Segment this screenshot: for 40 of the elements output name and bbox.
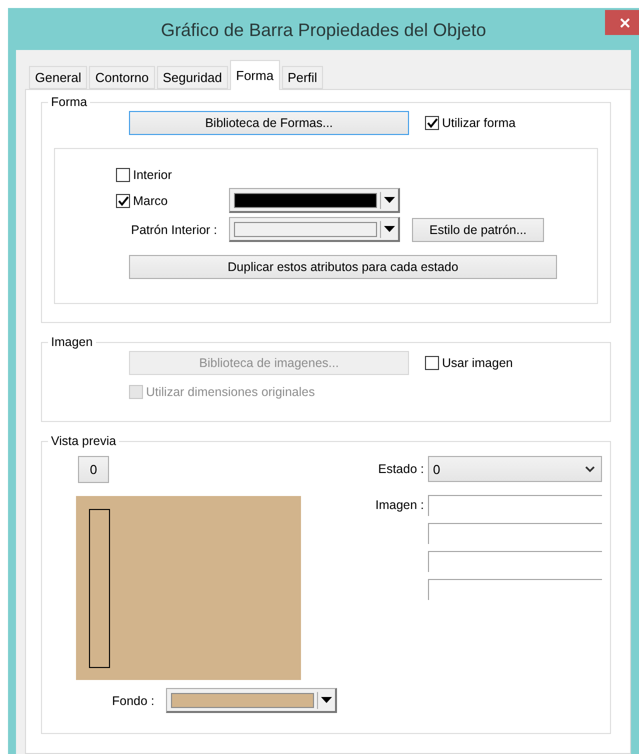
image-slot[interactable] bbox=[428, 579, 602, 600]
shape-library-button[interactable]: Biblioteca de Formas... bbox=[129, 111, 409, 135]
color-dropdown[interactable] bbox=[229, 188, 400, 213]
color-dropdown[interactable] bbox=[166, 688, 337, 713]
field-label: Estado : bbox=[377, 462, 424, 476]
field-label: Patrón Interior : bbox=[131, 222, 218, 236]
tab[interactable]: Seguridad bbox=[156, 66, 228, 89]
group-title: Forma bbox=[50, 95, 88, 109]
checkbox-label: Usar imagen bbox=[442, 356, 513, 370]
checkbox[interactable] bbox=[425, 356, 439, 370]
image-slot[interactable] bbox=[428, 523, 602, 544]
pattern-style-button[interactable]: Estilo de patrón... bbox=[412, 218, 544, 242]
tab[interactable]: Perfil bbox=[282, 66, 324, 89]
duplicate-button[interactable]: Duplicar estos atributos para cada estado bbox=[129, 255, 557, 279]
state-dropdown[interactable]: 0 bbox=[428, 456, 602, 482]
tab[interactable]: General bbox=[29, 66, 88, 89]
checkbox[interactable] bbox=[116, 194, 130, 208]
group-title: Vista previa bbox=[50, 434, 118, 448]
tab[interactable]: Contorno bbox=[89, 66, 155, 89]
image-slot[interactable] bbox=[428, 551, 602, 572]
close-icon bbox=[620, 18, 630, 28]
dropdown-arrow-icon bbox=[321, 697, 332, 703]
field-label: Fondo : bbox=[112, 694, 156, 708]
checkbox-label: Marco bbox=[133, 194, 168, 208]
window-title: Gráfico de Barra Propiedades del Objeto bbox=[160, 18, 486, 40]
checkbox[interactable] bbox=[425, 116, 439, 130]
image-slot[interactable] bbox=[428, 495, 602, 516]
tab[interactable]: Forma bbox=[230, 60, 280, 90]
checkbox-label: Utilizar dimensiones originales bbox=[146, 385, 315, 399]
checkbox[interactable] bbox=[116, 168, 130, 182]
pattern-dropdown[interactable] bbox=[229, 217, 400, 242]
dropdown-arrow-icon bbox=[384, 197, 395, 203]
checkbox-label: Interior bbox=[133, 168, 172, 182]
chevron-down-icon bbox=[585, 466, 595, 472]
state-button[interactable]: 0 bbox=[78, 456, 109, 483]
field-label: Imagen : bbox=[374, 498, 424, 512]
checkbox-label: Utilizar forma bbox=[442, 116, 516, 130]
group-title: Imagen bbox=[50, 335, 94, 349]
close-button[interactable] bbox=[605, 10, 639, 35]
dropdown-arrow-icon bbox=[384, 226, 395, 232]
